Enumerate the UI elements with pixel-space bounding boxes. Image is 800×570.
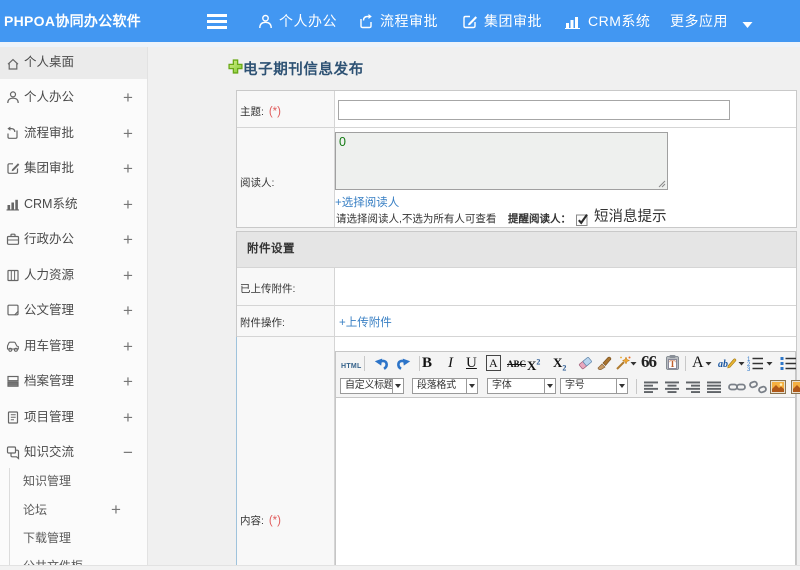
- svg-text:T: T: [669, 359, 675, 369]
- svg-text:ab: ab: [718, 359, 728, 370]
- svg-text:3: 3: [747, 367, 751, 371]
